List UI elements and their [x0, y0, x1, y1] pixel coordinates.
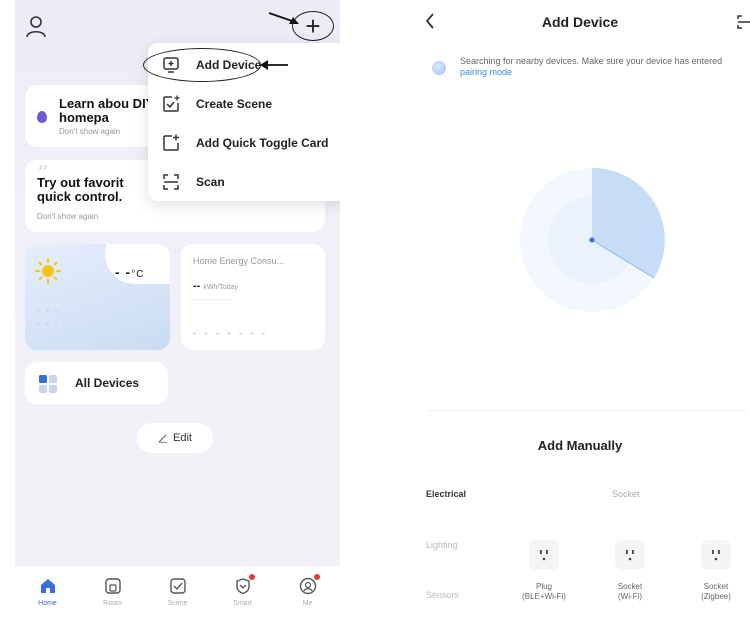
- socket-icon: [615, 540, 645, 570]
- socket-icon: [701, 540, 731, 570]
- device-plug-label: Plug (BLE+Wi-Fi): [522, 582, 566, 601]
- scan-icon[interactable]: [736, 14, 750, 30]
- create-scene-label: Create Scene: [196, 97, 273, 111]
- edit-label: Edit: [173, 432, 192, 444]
- smart-icon: [234, 574, 255, 595]
- tab-scene[interactable]: Scene: [145, 566, 210, 618]
- weather-detail-1: - - -: [37, 306, 60, 315]
- tab-scene-label: Scene: [167, 600, 188, 607]
- tab-home-label: Home: [38, 600, 57, 607]
- tab-smart-label: Smart: [233, 600, 252, 607]
- pencil-icon: [158, 434, 168, 443]
- energy-placeholder: - - - - - - -: [193, 328, 268, 338]
- energy-card[interactable]: Home Energy Consu... -- kWh/Today .......…: [181, 244, 325, 350]
- add-device-screen: Add Device Searching for nearby devices.…: [410, 0, 750, 618]
- tab-home[interactable]: Home: [15, 566, 80, 618]
- section-divider: [428, 410, 746, 411]
- annotation-arrow-add-device: [260, 60, 288, 70]
- annotation-ellipse-add-device: [143, 48, 261, 82]
- menu-item-create-scene[interactable]: Create Scene: [148, 85, 340, 123]
- category-sensors[interactable]: Sensors: [426, 590, 459, 600]
- me-icon: [299, 574, 320, 595]
- tab-room[interactable]: Room: [80, 566, 145, 618]
- bottom-tab-bar: Home Room Scene Smart Me: [15, 566, 340, 618]
- tab-me[interactable]: Me: [275, 566, 340, 618]
- home-screen: + Learn abou DIY homepa Don't show again…: [15, 0, 340, 618]
- screenshot-composite: + Learn abou DIY homepa Don't show again…: [0, 0, 750, 618]
- smart-notification-dot: [248, 574, 255, 580]
- grid-icon: [39, 375, 57, 393]
- learn-dismiss-link[interactable]: Don't show again: [59, 127, 120, 136]
- try-dismiss-link[interactable]: Don't show again: [37, 212, 98, 221]
- add-plus-button[interactable]: +: [292, 11, 334, 41]
- category-lighting[interactable]: Lighting: [426, 540, 458, 550]
- scan-icon: [163, 174, 179, 190]
- tab-me-label: Me: [302, 600, 313, 607]
- all-devices-button[interactable]: All Devices: [25, 362, 168, 404]
- menu-item-scan[interactable]: Scan: [148, 163, 340, 201]
- add-card-icon: [163, 134, 179, 151]
- room-icon: [104, 578, 121, 594]
- device-socket-wifi-label: Socket (Wi-Fi): [617, 582, 643, 601]
- energy-dots: ...............: [193, 296, 234, 302]
- user-profile-icon[interactable]: [25, 15, 47, 39]
- all-devices-label: All Devices: [75, 376, 140, 390]
- tab-smart[interactable]: Smart: [210, 566, 275, 618]
- create-scene-icon: [163, 95, 180, 112]
- energy-value: -- kWh/Today: [193, 280, 238, 292]
- plug-icon: [529, 540, 559, 570]
- device-socket-zigbee[interactable]: Socket (Zigbee): [681, 540, 750, 602]
- device-socket-zigbee-label: Socket (Zigbee): [701, 582, 731, 601]
- device-socket-wifi[interactable]: Socket (Wi-Fi): [595, 540, 665, 602]
- try-card-title: Try out favorit quick control.: [37, 175, 124, 204]
- tab-room-label: Room: [103, 600, 122, 607]
- menu-item-add-quick-toggle[interactable]: Add Quick Toggle Card: [148, 124, 340, 162]
- sun-icon: [35, 258, 61, 284]
- me-notification-dot: [313, 574, 320, 580]
- scan-label: Scan: [196, 175, 225, 189]
- radar-scan-animation: [520, 167, 665, 312]
- home-icon: [40, 579, 55, 593]
- energy-title: Home Energy Consu...: [193, 256, 285, 266]
- weather-detail-2: - - -: [37, 320, 60, 329]
- pairing-mode-link[interactable]: pairing mode: [460, 67, 512, 77]
- edit-button[interactable]: Edit: [137, 423, 213, 453]
- scene-icon: [169, 578, 186, 594]
- page-title: Add Device: [541, 14, 619, 30]
- weather-card[interactable]: - -°C - - - - - -: [25, 244, 170, 350]
- temperature-value: - -°C: [115, 264, 145, 280]
- searching-indicator-icon: [432, 61, 446, 75]
- search-status-text: Searching for nearby devices. Make sure …: [460, 56, 723, 77]
- add-manually-title: Add Manually: [537, 438, 623, 453]
- category-electrical[interactable]: Electrical: [426, 489, 466, 499]
- subcategory-socket: Socket: [612, 489, 640, 499]
- diy-lightbulb-icon: [37, 111, 47, 123]
- add-quick-toggle-label: Add Quick Toggle Card: [196, 136, 329, 150]
- device-plug-ble-wifi[interactable]: Plug (BLE+Wi-Fi): [509, 540, 579, 602]
